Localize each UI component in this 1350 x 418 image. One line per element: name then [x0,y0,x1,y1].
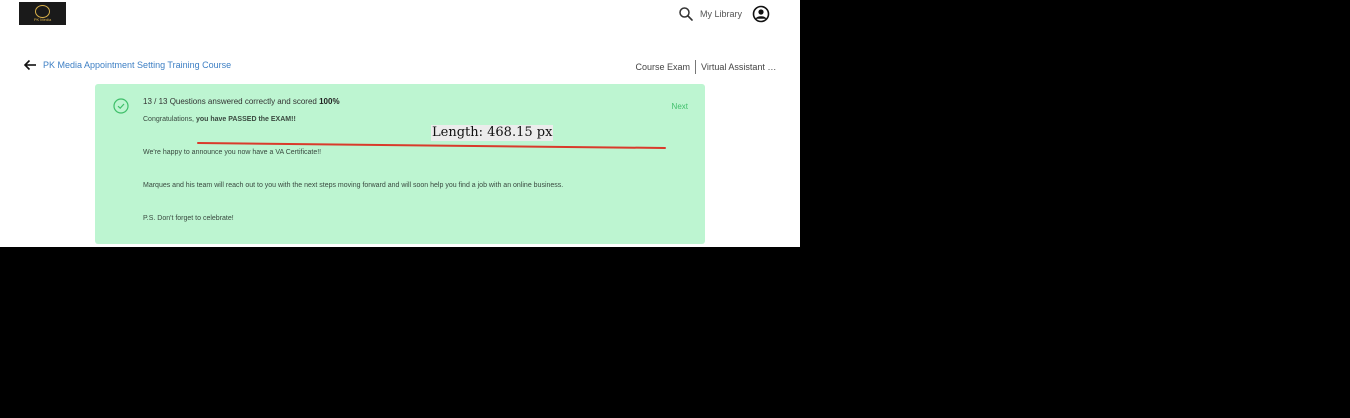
measurement-line [197,142,666,149]
measurement-overlay [197,142,666,149]
measurement-label: Length: 468.15 px [431,125,554,141]
course-exam-page: PK Media My Library PK Media Appointment… [0,0,800,247]
